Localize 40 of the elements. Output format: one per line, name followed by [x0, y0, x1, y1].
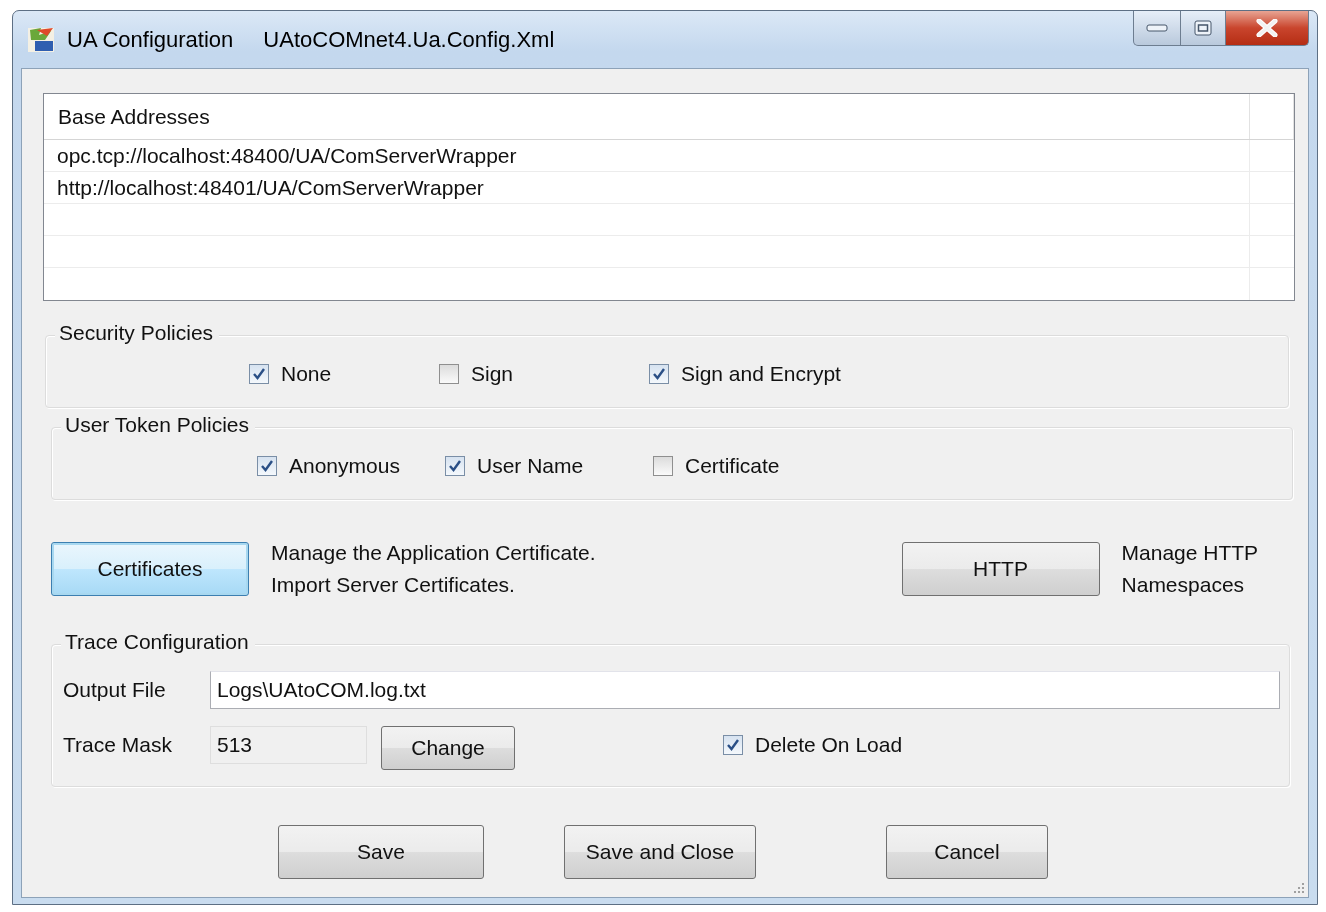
maximize-icon	[1194, 20, 1212, 36]
checkbox-label: None	[281, 362, 332, 386]
description-text: Manage the Application Certificate.	[271, 540, 596, 566]
minimize-button[interactable]	[1133, 11, 1181, 46]
field-label: Output File	[63, 678, 167, 702]
app-icon	[27, 25, 57, 54]
checkbox[interactable]	[249, 364, 269, 384]
checkbox-label: Delete On Load	[755, 733, 903, 757]
window-title: UA Configuration	[67, 26, 234, 53]
file-name: UAtoCOMnet4.Ua.Config.Xml	[263, 26, 555, 53]
button[interactable]: HTTP	[901, 542, 1100, 596]
checkbox[interactable]	[445, 456, 465, 476]
button[interactable]: Change	[381, 726, 515, 770]
address-cell[interactable]: opc.tcp://localhost:48400/UA/ComServerWrapper	[44, 140, 1250, 172]
checkbox-label: Certificate	[685, 454, 780, 478]
checkbox[interactable]	[723, 735, 743, 755]
column-header[interactable]: Base Addresses	[44, 94, 1250, 140]
maximize-button[interactable]	[1181, 11, 1226, 46]
checkbox-label: Sign	[471, 362, 514, 386]
minimize-icon	[1146, 23, 1168, 33]
checkbox[interactable]	[649, 364, 669, 384]
address-cell[interactable]: http://localhost:48401/UA/ComServerWrapper	[44, 172, 1250, 204]
checkbox-label: User Name	[477, 454, 584, 478]
checkbox[interactable]	[653, 456, 673, 476]
checkbox-label: Sign and Encrypt	[681, 362, 841, 386]
resize-grip-icon[interactable]	[1292, 881, 1306, 895]
button[interactable]: Save and Close	[564, 825, 756, 879]
description-text: Import Server Certificates.	[271, 572, 516, 598]
field-label: Trace Mask	[63, 733, 173, 757]
close-button[interactable]	[1226, 11, 1309, 46]
description-text: Manage HTTP	[1121, 540, 1259, 566]
output-file-field[interactable]: Logs\UAtoCOM.log.txt	[210, 671, 1280, 709]
button[interactable]: Save	[278, 825, 484, 879]
close-icon	[1256, 19, 1278, 37]
checkbox[interactable]	[257, 456, 277, 476]
checkbox-label: Anonymous	[289, 454, 400, 478]
description-text: Namespaces	[1121, 572, 1246, 598]
checkbox[interactable]	[439, 364, 459, 384]
button[interactable]: Cancel	[886, 825, 1048, 879]
button[interactable]: Certificates	[51, 542, 249, 596]
